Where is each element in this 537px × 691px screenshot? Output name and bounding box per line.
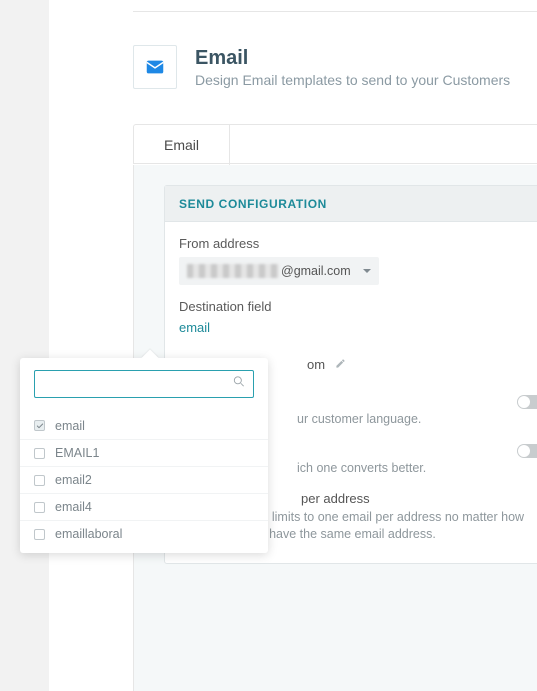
popup-item[interactable]: EMAIL1 <box>20 439 268 466</box>
popup-item[interactable]: email <box>20 412 268 439</box>
tab-label: Email <box>164 137 199 153</box>
page-subtitle: Design Email templates to send to your C… <box>195 72 510 88</box>
popup-item-label: email <box>55 419 85 433</box>
from-address-suffix: @gmail.com <box>281 264 351 278</box>
search-input[interactable] <box>34 370 254 398</box>
url-tracking-text-fragment: om <box>307 357 325 372</box>
checkbox-icon <box>34 448 45 459</box>
popup-item[interactable]: email4 <box>20 493 268 520</box>
popup-item-label: email4 <box>55 500 92 514</box>
popup-item[interactable]: email2 <box>20 466 268 493</box>
divider <box>133 11 537 12</box>
page-title: Email <box>195 47 510 70</box>
from-address-field: From address @gmail.com <box>179 236 537 285</box>
page-header: Email Design Email templates to send to … <box>133 45 529 89</box>
popup-item-label: email2 <box>55 473 92 487</box>
ab-test-toggle[interactable] <box>517 444 537 458</box>
tab-bar: Email <box>133 124 537 164</box>
popup-item[interactable]: emaillaboral <box>20 520 268 547</box>
from-address-label: From address <box>179 236 537 251</box>
popup-item-label: emaillaboral <box>55 527 122 541</box>
left-rail <box>0 0 49 691</box>
checkbox-icon <box>34 475 45 486</box>
from-address-select[interactable]: @gmail.com <box>179 257 379 285</box>
popup-item-label: EMAIL1 <box>55 446 99 460</box>
chevron-down-icon <box>363 269 371 273</box>
destination-value-link[interactable]: email <box>179 320 210 335</box>
checkbox-icon <box>34 529 45 540</box>
popup-list: email EMAIL1 email2 email4 emaillaboral <box>20 408 268 553</box>
obscured-text <box>187 264 279 278</box>
checkbox-icon <box>34 420 45 431</box>
checkbox-icon <box>34 502 45 513</box>
language-toggle[interactable] <box>517 395 537 409</box>
destination-field: Destination field email <box>179 299 537 335</box>
tab-email[interactable]: Email <box>134 125 230 165</box>
email-icon <box>133 45 177 89</box>
card-heading: SEND CONFIGURATION <box>165 186 537 222</box>
main-area: Email Design Email templates to send to … <box>49 0 537 691</box>
destination-label: Destination field <box>179 299 537 314</box>
popup-search-area <box>20 358 268 408</box>
field-picker-popup: email EMAIL1 email2 email4 emaillaboral <box>20 358 268 553</box>
pencil-icon[interactable] <box>335 358 346 372</box>
